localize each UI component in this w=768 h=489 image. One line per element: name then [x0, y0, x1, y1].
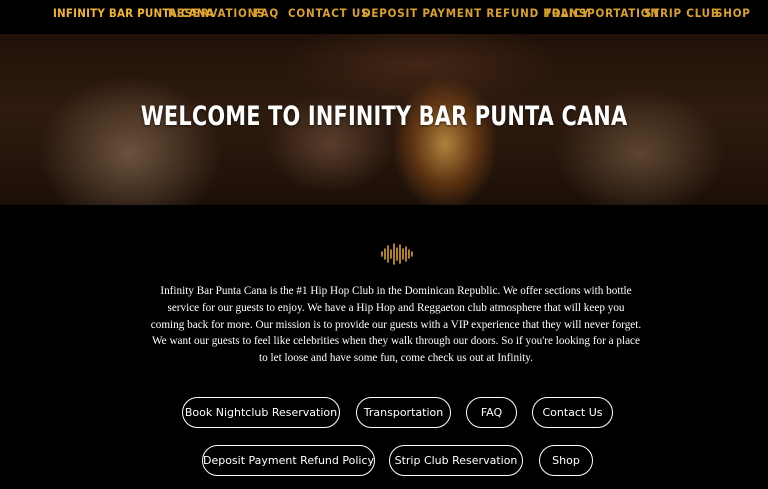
nav-faq[interactable]: FAQ	[254, 6, 279, 20]
nav-shop[interactable]: SHOP	[715, 6, 751, 20]
strip-club-reservation-button[interactable]: Strip Club Reservation	[389, 445, 523, 476]
book-nightclub-reservation-button[interactable]: Book Nightclub Reservation	[182, 397, 340, 428]
hero-title: WELCOME TO INFINITY BAR PUNTA CANA	[140, 101, 628, 132]
contact-us-button[interactable]: Contact Us	[532, 397, 613, 428]
nav-contact-us[interactable]: CONTACT US	[288, 6, 369, 20]
nav-reservations[interactable]: RESERVATIONS	[168, 6, 265, 20]
sound-wave-icon	[381, 243, 413, 265]
deposit-refund-policy-button[interactable]: Deposit Payment Refund Policy	[202, 445, 375, 476]
hero-banner: WELCOME TO INFINITY BAR PUNTA CANA	[0, 34, 768, 205]
transportation-button[interactable]: Transportation	[356, 397, 451, 428]
intro-paragraph: Infinity Bar Punta Cana is the #1 Hip Ho…	[150, 285, 642, 365]
faq-button[interactable]: FAQ	[466, 397, 517, 428]
nav-strip-club[interactable]: STRIP CLUB	[644, 6, 720, 20]
top-navigation: INFINITY BAR PUNTA CANA RESERVATIONS FAQ…	[0, 0, 768, 34]
nav-transportation[interactable]: TRANSPORTATION	[544, 6, 660, 20]
shop-button[interactable]: Shop	[539, 445, 593, 476]
